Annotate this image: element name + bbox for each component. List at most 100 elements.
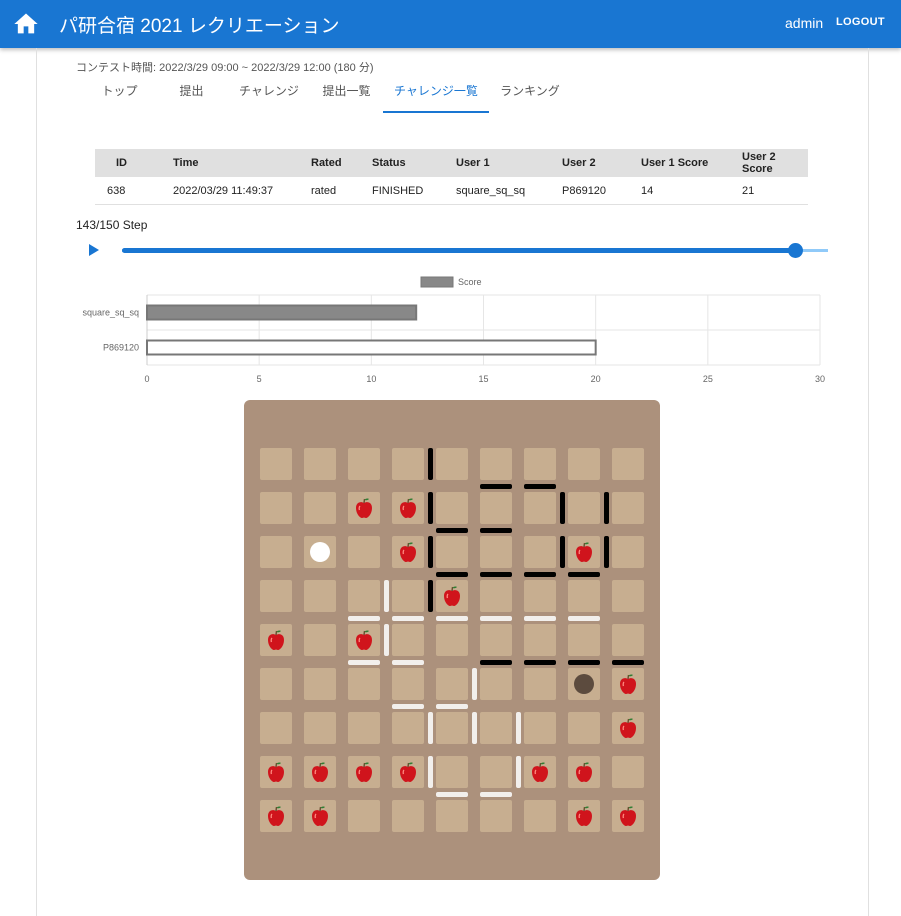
board-cell	[348, 668, 380, 700]
apple-icon	[352, 760, 376, 784]
wall-black-horizontal	[480, 484, 512, 489]
apple-icon	[616, 804, 640, 828]
wall-white-horizontal	[348, 660, 380, 665]
wall-white-vertical	[384, 624, 389, 656]
x-tick-label: 20	[591, 374, 601, 384]
x-tick-label: 25	[703, 374, 713, 384]
apple-icon	[572, 804, 596, 828]
board-cell	[436, 492, 468, 524]
apple-icon	[352, 628, 376, 652]
wall-white-horizontal	[480, 616, 512, 621]
tab-submissions[interactable]: 提出一覧	[314, 76, 379, 113]
y-tick-label: square_sq_sq	[82, 308, 139, 318]
board-cell	[568, 492, 600, 524]
tab-submit[interactable]: 提出	[164, 76, 219, 113]
board-cell	[392, 448, 424, 480]
board-cell	[612, 536, 644, 568]
wall-black-horizontal	[524, 484, 556, 489]
user-name: admin	[785, 15, 824, 31]
col-id: ID	[95, 149, 173, 177]
tab-challenge[interactable]: チャレンジ	[233, 76, 305, 113]
board-cell	[260, 536, 292, 568]
step-slider-track[interactable]	[122, 248, 795, 253]
play-icon[interactable]	[89, 244, 99, 256]
step-label: 143/150 Step	[76, 218, 148, 232]
table-row[interactable]: 638 2022/03/29 11:49:37 rated FINISHED s…	[95, 177, 808, 205]
board-cell	[436, 448, 468, 480]
wall-white-horizontal	[568, 616, 600, 621]
board-cell	[524, 580, 556, 612]
board-cell	[392, 668, 424, 700]
cell-status: FINISHED	[372, 177, 456, 205]
board-cell	[524, 624, 556, 656]
col-user1-score: User 1 Score	[641, 149, 742, 177]
board-cell	[612, 624, 644, 656]
board-cell	[480, 800, 512, 832]
board-cell	[524, 712, 556, 744]
board-cell	[348, 800, 380, 832]
wall-black-horizontal	[612, 660, 644, 665]
cell-rated: rated	[311, 177, 372, 205]
legend-swatch	[420, 276, 454, 288]
board-cell	[436, 800, 468, 832]
wall-black-horizontal	[436, 528, 468, 533]
apple-icon	[572, 540, 596, 564]
board-cell	[304, 624, 336, 656]
home-button[interactable]	[12, 10, 40, 38]
tab-ranking[interactable]: ランキング	[494, 76, 566, 113]
wall-black-vertical	[428, 448, 433, 480]
home-icon	[14, 13, 38, 34]
board-cell	[348, 712, 380, 744]
tab-challenge-list[interactable]: チャレンジ一覧	[383, 76, 489, 113]
board-cell	[524, 448, 556, 480]
x-tick-label: 5	[257, 374, 262, 384]
bar	[146, 339, 597, 356]
board-cell	[568, 580, 600, 612]
board-cell	[304, 448, 336, 480]
board-cell	[480, 668, 512, 700]
board-cell	[348, 536, 380, 568]
wall-white-vertical	[516, 712, 521, 744]
board-cell	[260, 492, 292, 524]
wall-white-horizontal	[436, 704, 468, 709]
bar	[146, 304, 418, 321]
x-tick-label: 30	[815, 374, 825, 384]
contest-time: コンテスト時間: 2022/3/29 09:00 ~ 2022/3/29 12:…	[76, 62, 374, 74]
logout-button[interactable]: LOGOUT	[836, 16, 885, 28]
cell-time: 2022/03/29 11:49:37	[173, 177, 311, 205]
wall-black-vertical	[604, 536, 609, 568]
board-cell	[392, 712, 424, 744]
apple-icon	[572, 760, 596, 784]
board-cell	[524, 492, 556, 524]
wall-black-vertical	[560, 536, 565, 568]
wall-black-horizontal	[568, 660, 600, 665]
challenge-table: ID Time Rated Status User 1 User 2 User …	[95, 149, 808, 205]
board-cell	[480, 448, 512, 480]
board-cell	[524, 536, 556, 568]
apple-icon	[396, 540, 420, 564]
board-cell	[480, 580, 512, 612]
board-cell	[260, 712, 292, 744]
wall-white-vertical	[428, 712, 433, 744]
game-board	[244, 400, 660, 880]
apple-icon	[440, 584, 464, 608]
board-cell	[612, 448, 644, 480]
board-cell	[480, 712, 512, 744]
wall-black-horizontal	[524, 572, 556, 577]
cell-id: 638	[95, 177, 173, 205]
board-cell	[392, 624, 424, 656]
apple-icon	[528, 760, 552, 784]
col-user2: User 2	[562, 149, 641, 177]
board-cell	[436, 668, 468, 700]
board-cell	[480, 756, 512, 788]
board-cell	[436, 624, 468, 656]
tab-top[interactable]: トップ	[89, 76, 150, 113]
step-slider-thumb[interactable]	[788, 243, 803, 258]
board-cell	[480, 624, 512, 656]
wall-white-horizontal	[480, 792, 512, 797]
board-cell	[260, 448, 292, 480]
white-piece	[310, 542, 330, 562]
col-user1: User 1	[456, 149, 562, 177]
board-cell	[304, 580, 336, 612]
board-cell	[348, 580, 380, 612]
